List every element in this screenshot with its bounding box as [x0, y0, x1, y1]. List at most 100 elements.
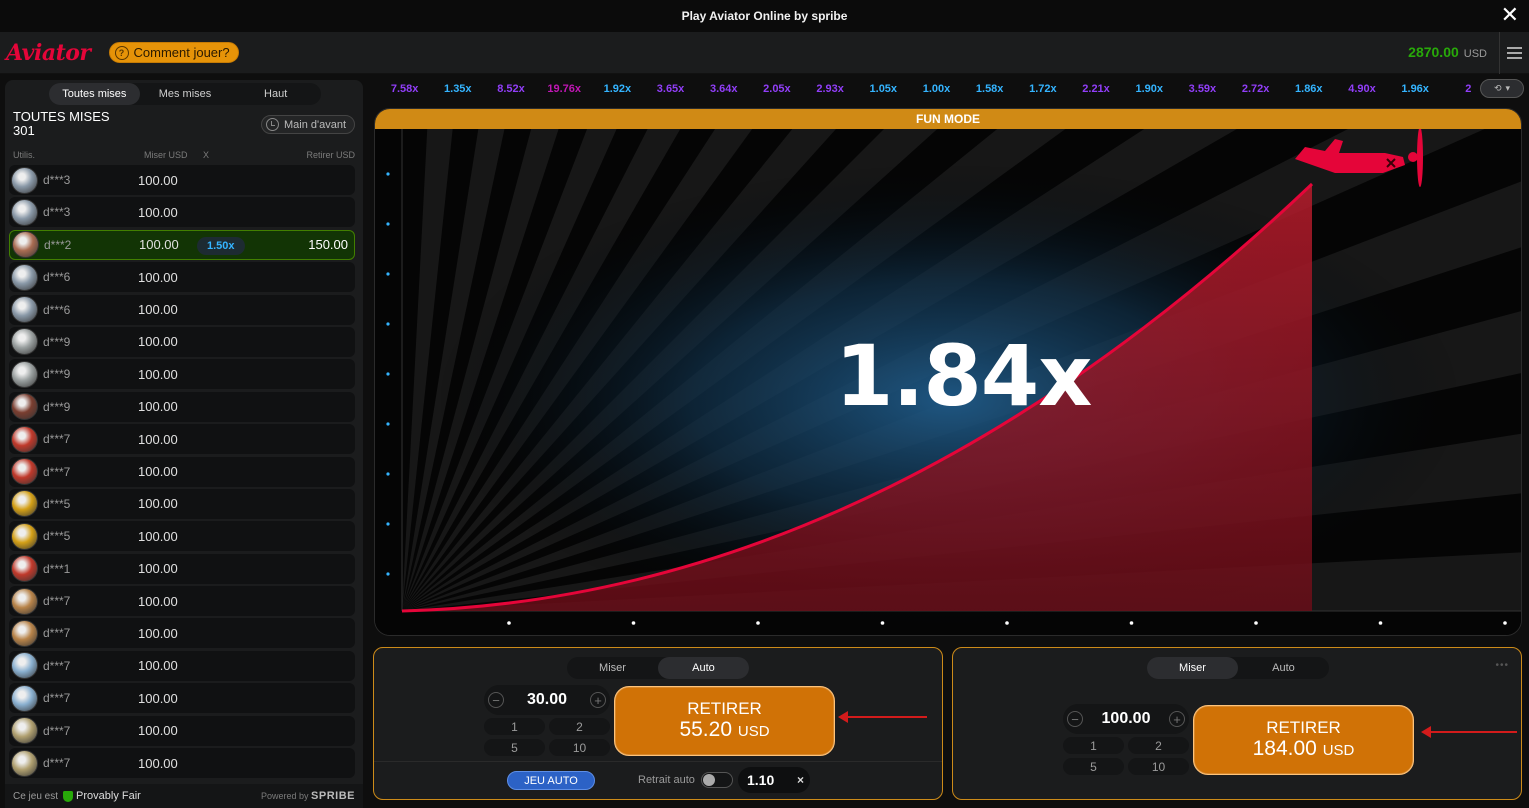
minus-icon[interactable]: −: [488, 692, 504, 708]
stake-stepper-1[interactable]: − 30.00 +: [484, 685, 610, 715]
cashout-button-2[interactable]: RETIRER 184.00 USD: [1193, 705, 1414, 775]
history-multiplier[interactable]: 2.05x: [750, 83, 803, 95]
col-cashout: Retirer USD: [306, 150, 355, 160]
annotation-arrow-1: [838, 711, 927, 723]
bet-panel-1: Miser Auto − 30.00 + 1 2 5 10 RETIRER 55…: [373, 647, 943, 800]
previous-hand-button[interactable]: Main d'avant: [260, 115, 355, 134]
history-multiplier[interactable]: 4.90x: [1335, 83, 1388, 95]
row-bet: 100.00: [139, 237, 179, 253]
avatar: [11, 360, 38, 388]
history-multiplier[interactable]: 1.92x: [591, 83, 644, 95]
stake-value-1[interactable]: 30.00: [527, 691, 567, 709]
quick-amount-1[interactable]: 1: [484, 718, 545, 735]
cashout-label-2: RETIRER: [1266, 717, 1341, 737]
avatar: [11, 587, 38, 615]
plus-icon[interactable]: +: [1169, 711, 1185, 727]
powered-by-label: Powered by: [260, 791, 309, 801]
auto-cashout-toggle[interactable]: [701, 772, 733, 788]
row-bet: 100.00: [138, 172, 178, 188]
history-multiplier[interactable]: 2.21x: [1069, 83, 1122, 95]
quick-amount-10[interactable]: 10: [1128, 758, 1189, 775]
row-multiplier: 1.50x: [197, 236, 245, 255]
avatar: [11, 263, 38, 291]
tab-my-bets[interactable]: Mes mises: [140, 83, 231, 105]
table-row: d***7 100.00: [9, 748, 355, 779]
tab-top[interactable]: Haut: [230, 83, 321, 105]
how-to-play-button[interactable]: ? Comment jouer?: [108, 42, 239, 63]
history-multiplier[interactable]: 2.93x: [804, 83, 857, 95]
app-header: Aviator ? Comment jouer? 2870.00 USD: [0, 32, 1529, 74]
history-multiplier[interactable]: 1.58x: [963, 83, 1016, 95]
more-icon[interactable]: •••: [1495, 660, 1509, 671]
stake-value-2[interactable]: 100.00: [1102, 710, 1151, 728]
table-row: d***9 100.00: [9, 326, 355, 357]
minus-icon[interactable]: −: [1067, 711, 1083, 727]
row-bet: 100.00: [138, 755, 178, 771]
quick-amount-2[interactable]: 2: [549, 718, 610, 735]
history-multiplier[interactable]: 1.96x: [1389, 83, 1442, 95]
avatar: [11, 555, 38, 583]
tab-bet[interactable]: Miser: [1147, 657, 1238, 679]
quick-amount-10[interactable]: 10: [549, 739, 610, 756]
history-multiplier[interactable]: 1.35x: [431, 83, 484, 95]
auto-controls: JEU AUTO Retrait auto 1.10 ×: [374, 761, 942, 799]
avatar: [11, 393, 38, 421]
row-bet: 100.00: [138, 431, 178, 447]
row-bet: 100.00: [138, 399, 178, 415]
row-bet: 100.00: [138, 204, 178, 220]
avatar: [11, 717, 38, 745]
quick-amount-2[interactable]: 2: [1128, 737, 1189, 754]
row-bet: 100.00: [138, 302, 178, 318]
stake-stepper-2[interactable]: − 100.00 +: [1063, 704, 1189, 734]
quick-amount-5[interactable]: 5: [1063, 758, 1124, 775]
clear-icon[interactable]: ×: [797, 773, 804, 787]
history-multiplier[interactable]: 3.64x: [697, 83, 750, 95]
history-multiplier[interactable]: 1.05x: [857, 83, 910, 95]
history-multiplier[interactable]: 1.90x: [1123, 83, 1176, 95]
col-user: Utilis.: [13, 150, 35, 160]
quick-amount-1[interactable]: 1: [1063, 737, 1124, 754]
tab-auto[interactable]: Auto: [658, 657, 749, 679]
bet-panel-2-tabs: Miser Auto: [1147, 657, 1329, 679]
row-user: d***5: [43, 529, 71, 544]
avatar: [11, 458, 38, 486]
row-cashout: 150.00: [308, 237, 348, 253]
auto-play-button[interactable]: JEU AUTO: [507, 771, 595, 790]
tab-auto[interactable]: Auto: [1238, 657, 1329, 679]
history-multiplier[interactable]: 8.52x: [484, 83, 537, 95]
game-is-label: Ce jeu est: [13, 790, 59, 802]
row-user: d***7: [43, 756, 71, 771]
col-bet: Miser USD: [144, 150, 188, 160]
tab-all-bets[interactable]: Toutes mises: [49, 83, 140, 105]
bets-list: d***3 100.00 d***3 100.00 d***2 100.00 1.50x 15…: [9, 165, 355, 780]
history-multiplier[interactable]: 19.76x: [538, 83, 591, 95]
cashout-button-1[interactable]: RETIRER 55.20 USD: [614, 686, 835, 756]
plus-icon[interactable]: +: [589, 692, 606, 708]
history-multiplier[interactable]: 2.72x: [1229, 83, 1282, 95]
cashout-value-2: 184.00: [1252, 736, 1317, 760]
history-multiplier[interactable]: 1.86x: [1282, 83, 1335, 95]
history-multiplier[interactable]: 1.72x: [1016, 83, 1069, 95]
hamburger-menu-icon[interactable]: [1499, 32, 1529, 74]
avatar: [12, 231, 39, 259]
history-multiplier[interactable]: 1.00x: [910, 83, 963, 95]
all-bets-header: TOUTES MISES 301: [13, 110, 110, 138]
table-row: d***2 100.00 1.50x 150.00: [9, 229, 355, 260]
history-multiplier[interactable]: 7.58x: [378, 83, 431, 95]
provably-fair-link[interactable]: Provably Fair: [63, 790, 141, 802]
auto-cashout-input[interactable]: 1.10 ×: [738, 767, 810, 793]
close-icon[interactable]: ✕: [1501, 3, 1519, 28]
auto-cashout-value[interactable]: 1.10: [747, 772, 774, 788]
quick-amount-5[interactable]: 5: [484, 739, 545, 756]
avatar: [11, 684, 38, 712]
tab-bet[interactable]: Miser: [567, 657, 658, 679]
bets-tabs: Toutes mises Mes mises Haut: [49, 83, 321, 105]
all-bets-title: TOUTES MISES: [13, 109, 110, 124]
history-multiplier[interactable]: 3.59x: [1176, 83, 1229, 95]
game-canvas: FUN MODE 1.84x: [374, 108, 1522, 636]
cashout-currency-2: USD: [1322, 741, 1355, 759]
table-row: d***7 100.00: [9, 683, 355, 714]
history-multiplier[interactable]: 3.65x: [644, 83, 697, 95]
aviator-logo[interactable]: Aviator: [6, 40, 91, 66]
history-toggle-button[interactable]: ⟲ ▾: [1480, 79, 1524, 98]
